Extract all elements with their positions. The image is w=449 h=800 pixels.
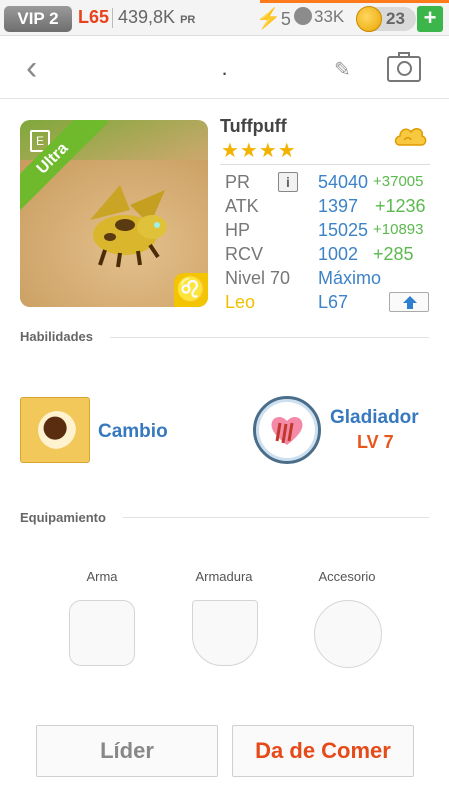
stat-bonus: +37005 [373,173,424,190]
stat-row-hp: HP 15025 +10893 [225,220,435,244]
stat-label: Leo [225,292,256,312]
swap-icon [38,411,76,449]
equip-label-accessory: Accesorio [318,569,376,584]
energy-counter[interactable]: ⚡5 [256,6,291,31]
stat-value: 15025 [318,220,369,240]
pet-stars: ★★★★ [221,140,297,162]
arrow-up-stem [407,302,413,309]
energy-value: 5 [280,9,291,29]
stat-value: 1397 [318,196,359,216]
coin-counter[interactable]: 23 [356,6,416,32]
stat-bonus: +1236 [375,196,426,216]
nav-bar: ‹ . ✎ [0,37,449,99]
stat-bonus: +10893 [373,221,424,238]
coin-icon [356,6,382,32]
skill-level: LV 7 [357,432,394,452]
leader-button[interactable]: Líder [36,725,218,777]
feed-button[interactable]: Da de Comer [232,725,414,777]
player-power: 439,8K PR [118,7,195,28]
stat-value: 1002 [318,244,359,264]
section-line [110,337,429,338]
pet-image [90,185,167,268]
add-coins-button[interactable]: + [417,6,443,32]
equipment-header: Equipamiento [20,510,106,525]
skill-name[interactable]: Cambio [98,421,168,443]
stat-value: L67 [318,292,349,312]
equip-label-weapon: Arma [86,569,118,584]
player-power-unit: PR [180,14,196,26]
stat-label: HP [225,220,251,240]
skill-name[interactable]: Gladiador [330,407,419,429]
leo-zodiac-icon: ♌ [174,273,208,307]
status-bar-accent [260,0,449,3]
camera-icon[interactable] [387,52,421,82]
divider [112,8,113,28]
skill-icon-swap[interactable] [20,397,90,463]
skill-icon-gladiator[interactable] [253,396,321,464]
stat-row-level: Nivel 70 Máximo [225,268,435,292]
pet-portrait[interactable]: E Ultra ♌ [20,120,208,307]
stats-divider [220,164,430,165]
coin-value: 23 [386,9,405,28]
stat-label: ATK [225,196,259,216]
stat-row-rcv: RCV 1002 +285 [225,244,435,268]
stat-label: RCV [225,244,264,264]
stat-label: PR [225,172,251,192]
page-title: . [221,55,228,80]
stat-value: 54040 [318,172,369,192]
camera-lens [397,61,412,76]
vip-badge[interactable]: VIP 2 [4,6,72,32]
stat-row-pr: PR 54040 +37005 [225,172,435,196]
armor-slot[interactable] [192,600,258,666]
player-level: L65 [78,7,110,27]
paw-icon [294,7,312,25]
accessory-slot[interactable] [314,600,382,668]
paw-value: 33K [314,7,345,26]
skills-header: Habilidades [20,329,93,344]
paw-counter[interactable]: 33K [294,7,344,27]
lightning-icon: ⚡ [256,8,281,30]
stat-row-atk: ATK 1397 +1236 [225,196,435,220]
info-button[interactable]: i [278,172,298,192]
player-power-value: 439,8K [118,7,176,27]
edit-icon[interactable]: ✎ [334,57,351,82]
camera-top [398,52,410,57]
upgrade-button[interactable] [389,292,429,312]
stat-bonus: +285 [373,244,414,264]
section-line [123,517,429,518]
weapon-slot[interactable] [69,600,135,666]
stat-value: Máximo [318,268,382,288]
heart-claw-icon [271,416,303,445]
cloud-icon[interactable] [392,121,428,151]
status-bar: VIP 2 L65 439,8K PR ⚡5 33K 23 + [0,0,449,36]
stat-label: Nivel 70 [225,268,291,288]
equip-label-armor: Armadura [195,569,253,584]
pet-name: Tuffpuff [220,116,287,136]
